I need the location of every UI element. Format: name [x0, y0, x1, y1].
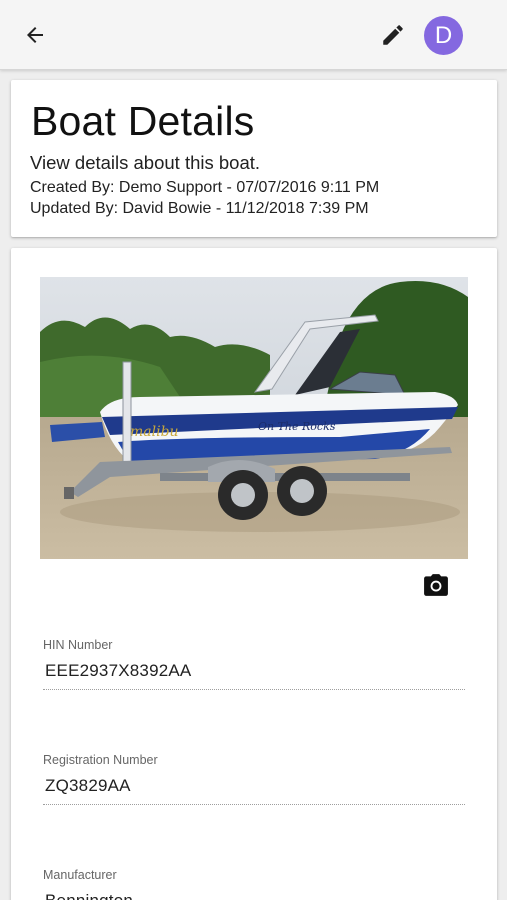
boat-detail-card: malibu On The Rocks HIN Number EEE2937X8… — [11, 248, 497, 900]
hin-number-label: HIN Number — [43, 638, 113, 652]
change-photo-button[interactable] — [421, 571, 451, 599]
created-by-text: Created By: Demo Support - 07/07/2016 9:… — [30, 179, 380, 196]
hull-name-text: On The Rocks — [258, 420, 336, 433]
back-button[interactable] — [18, 20, 52, 50]
svg-text:malibu: malibu — [130, 424, 179, 440]
boat-photo: malibu On The Rocks — [40, 277, 468, 559]
manufacturer-label: Manufacturer — [43, 868, 117, 882]
user-avatar[interactable]: D — [424, 16, 463, 55]
pencil-icon — [383, 25, 403, 45]
arrow-left-icon — [27, 27, 43, 43]
registration-number-label: Registration Number — [43, 753, 158, 767]
camera-icon — [424, 574, 448, 596]
manufacturer-field[interactable]: Manufacturer Bennington — [43, 868, 465, 900]
app-bar: D — [0, 0, 507, 70]
manufacturer-value[interactable]: Bennington — [43, 891, 465, 900]
hin-number-value[interactable]: EEE2937X8392AA — [43, 661, 465, 690]
registration-number-field[interactable]: Registration Number ZQ3829AA — [43, 753, 465, 805]
page-subtitle: View details about this boat. — [30, 152, 261, 173]
page-title: Boat Details — [31, 98, 255, 144]
registration-number-value[interactable]: ZQ3829AA — [43, 776, 465, 805]
hin-number-field[interactable]: HIN Number EEE2937X8392AA — [43, 638, 465, 690]
edit-button[interactable] — [377, 19, 409, 51]
boat-header-card: Boat Details View details about this boa… — [11, 80, 497, 237]
updated-by-text: Updated By: David Bowie - 11/12/2018 7:3… — [30, 200, 369, 217]
